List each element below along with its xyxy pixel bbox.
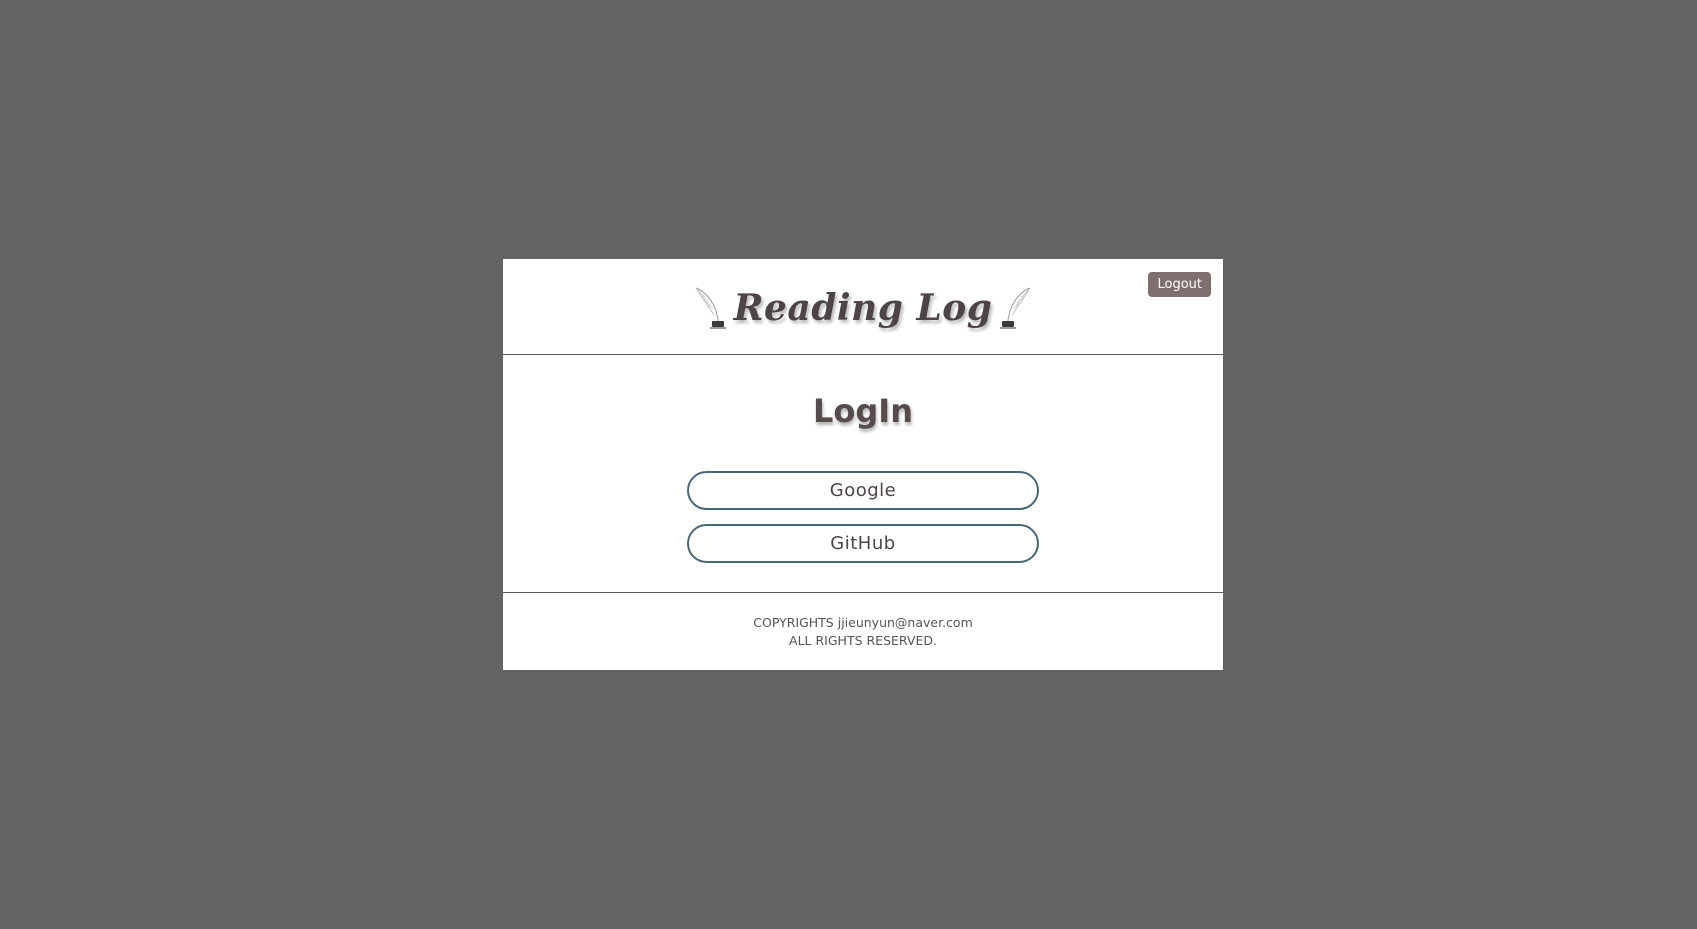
logout-button[interactable]: Logout	[1148, 272, 1211, 297]
quill-icon-right	[1000, 287, 1031, 328]
logo-text: Reading Log	[733, 286, 993, 329]
logo[interactable]: Reading Log	[694, 285, 1033, 331]
rights-reserved-text: ALL RIGHTS RESERVED.	[789, 632, 937, 648]
copyright-text: COPYRIGHTS jjieunyun@naver.com	[753, 614, 973, 630]
quill-icon-left	[695, 287, 726, 328]
header: Reading Log Logout	[503, 259, 1223, 355]
github-login-button[interactable]: GitHub	[687, 524, 1039, 563]
login-section: LogIn Google GitHub	[503, 355, 1223, 593]
footer: COPYRIGHTS jjieunyun@naver.com ALL RIGHT…	[503, 593, 1223, 670]
google-login-button[interactable]: Google	[687, 471, 1039, 510]
page-title: LogIn	[813, 392, 913, 430]
app-card: Reading Log Logout LogIn Google GitHub C…	[503, 259, 1223, 670]
